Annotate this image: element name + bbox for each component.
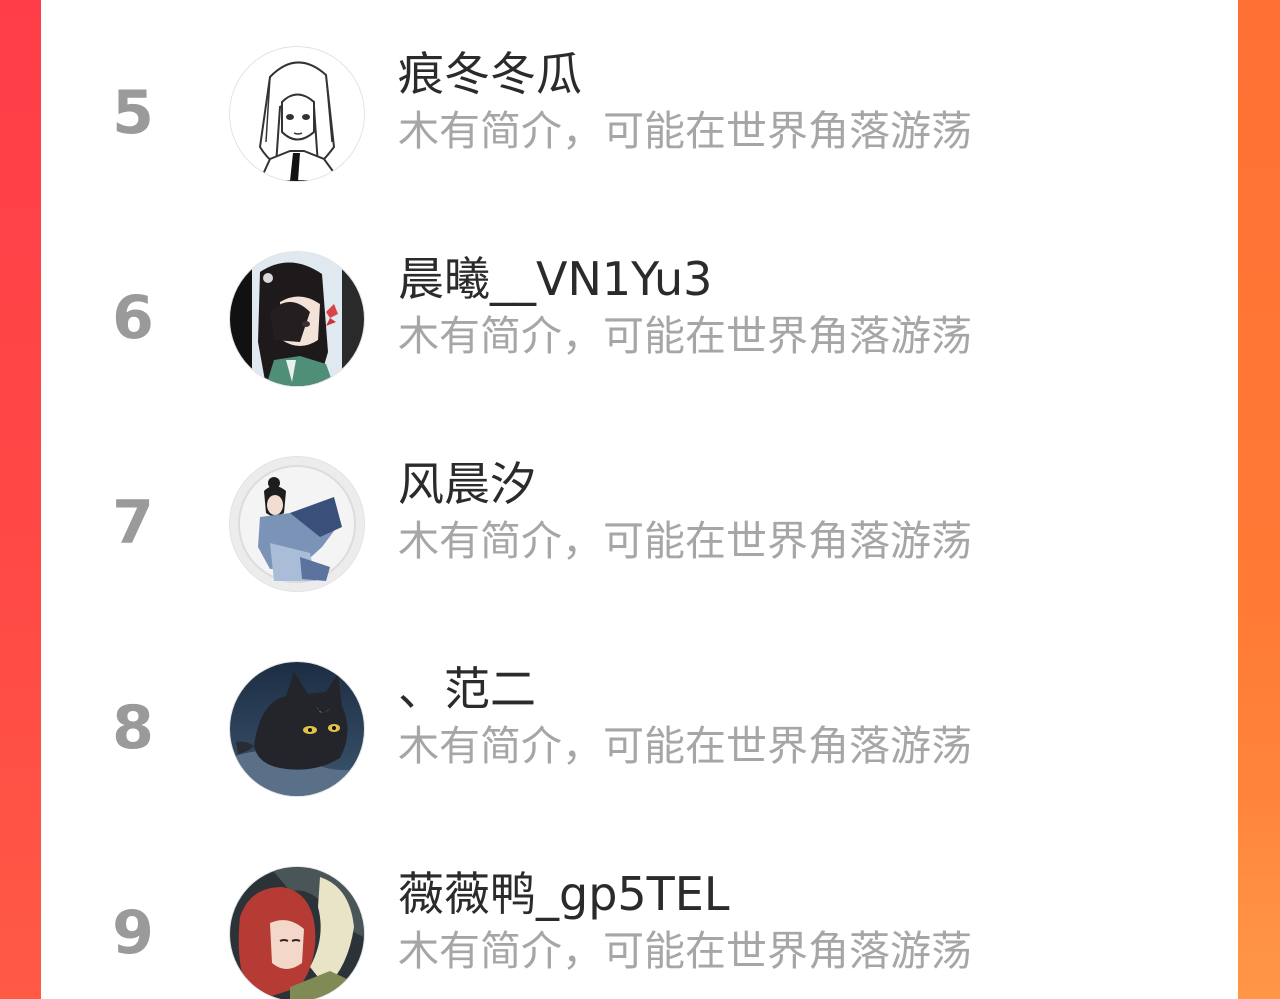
user-name[interactable]: 风晨汐	[398, 454, 536, 514]
rank-number: 7	[112, 488, 154, 558]
ranking-list-panel: 5 痕冬冬瓜 木有简介，可能在世界角落游荡 6 晨曦__VN1Yu3 木有简介，…	[41, 0, 1238, 999]
user-name[interactable]: 、范二	[398, 659, 536, 719]
user-intro: 木有简介，可能在世界角落游荡	[398, 517, 972, 565]
user-intro: 木有简介，可能在世界角落游荡	[398, 107, 972, 155]
ranking-row[interactable]: 8 、范二 木有简介，可能在世界角落游荡	[41, 653, 1238, 803]
left-frame-border	[0, 0, 41, 999]
rank-number: 8	[112, 693, 154, 763]
ranking-row[interactable]: 6 晨曦__VN1Yu3 木有简介，可能在世界角落游荡	[41, 243, 1238, 393]
black-cat-moon-avatar-icon[interactable]	[230, 662, 364, 796]
ranking-row[interactable]: 9 薇薇鸭_gp5TEL 木有简介，可能在世界角落游荡	[41, 858, 1238, 999]
ranking-row[interactable]: 7 风晨汐 木有简介，可能在世界角落游荡	[41, 448, 1238, 598]
manga-girl-avatar-icon[interactable]	[230, 47, 364, 181]
rank-number: 9	[112, 898, 154, 968]
hanfu-girl-avatar-icon[interactable]	[230, 457, 364, 591]
ranking-row[interactable]: 5 痕冬冬瓜 木有简介，可能在世界角落游荡	[41, 38, 1238, 188]
red-hair-couple-avatar-icon[interactable]	[230, 867, 364, 999]
rank-number: 6	[112, 283, 154, 353]
user-name[interactable]: 痕冬冬瓜	[398, 44, 582, 104]
user-intro: 木有简介，可能在世界角落游荡	[398, 312, 972, 360]
right-frame-highlight	[1238, 799, 1280, 999]
user-name[interactable]: 晨曦__VN1Yu3	[398, 249, 712, 309]
user-intro: 木有简介，可能在世界角落游荡	[398, 722, 972, 770]
user-intro: 木有简介，可能在世界角落游荡	[398, 927, 972, 975]
rank-number: 5	[112, 78, 154, 148]
anime-girl-butterfly-avatar-icon[interactable]	[230, 252, 364, 386]
user-name[interactable]: 薇薇鸭_gp5TEL	[398, 864, 729, 924]
